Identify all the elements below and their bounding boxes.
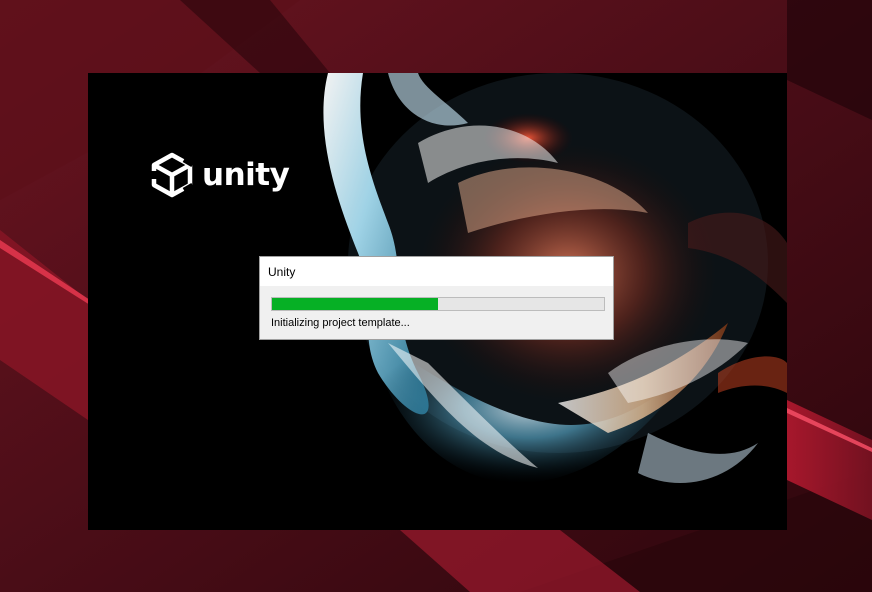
progress-bar (271, 297, 605, 311)
progress-dialog: Unity Initializing project template... (259, 256, 614, 340)
unity-wordmark: unity (202, 156, 290, 193)
unity-cube-icon (148, 152, 196, 198)
dialog-title: Unity (268, 264, 296, 279)
dialog-titlebar[interactable]: Unity (260, 257, 613, 286)
progress-bar-fill (272, 298, 438, 310)
desktop-background: unity Unity Initializing project templat… (0, 0, 872, 592)
unity-logo: unity (148, 151, 290, 199)
status-text: Initializing project template... (271, 317, 410, 329)
